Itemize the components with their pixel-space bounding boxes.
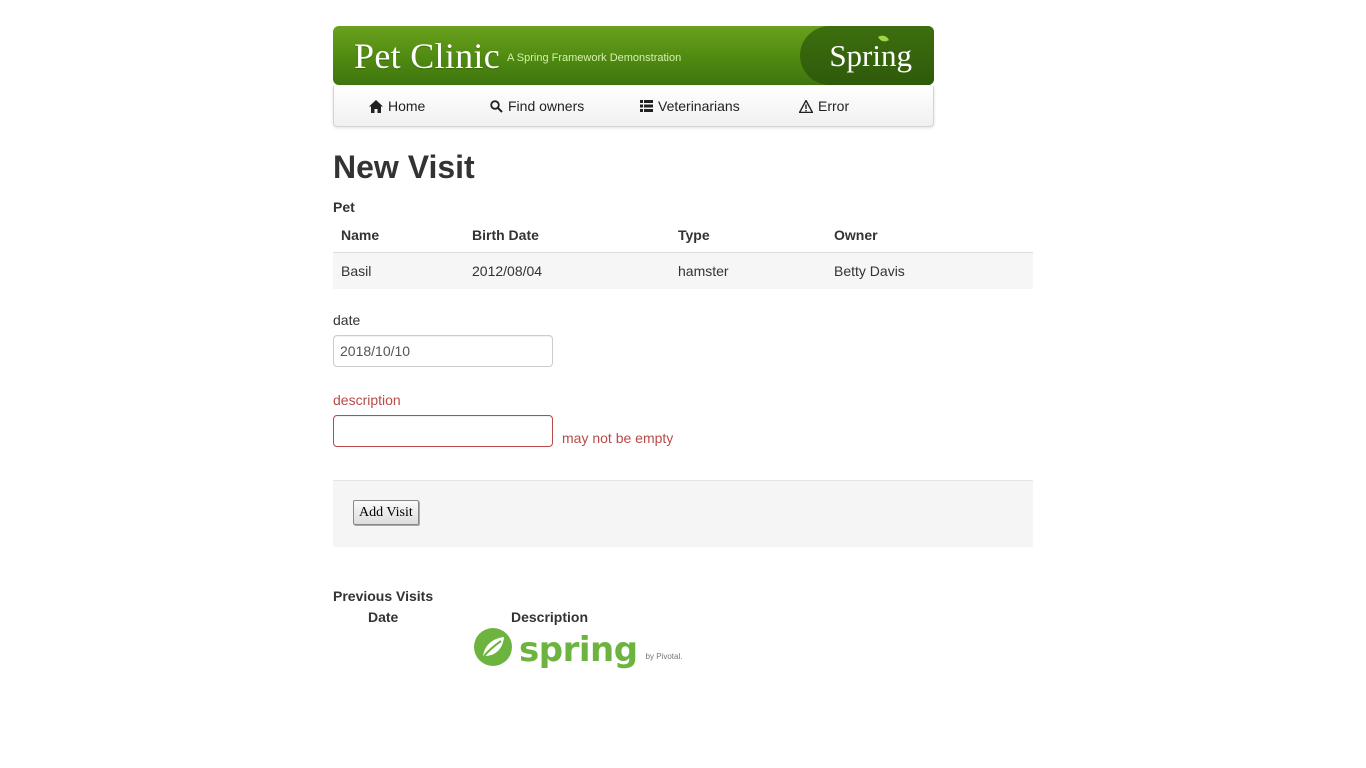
pet-section-label: Pet [333,199,355,215]
form-actions: Add Visit [333,480,1033,547]
description-error-message: may not be empty [562,430,674,446]
search-icon [490,99,503,113]
column-header: Owner [826,218,1033,253]
pet-name-cell: Basil [333,252,464,289]
footer-pivotal-text: by Pivotal. [645,652,683,661]
list-icon [640,100,653,112]
nav-home[interactable]: Home [369,98,425,114]
nav-error[interactable]: Error [799,98,849,114]
date-input[interactable] [333,335,553,367]
column-header: Name [333,218,464,253]
pet-table-header-row: Name Birth Date Type Owner [333,218,1033,253]
pet-table: Name Birth Date Type Owner Basil 2012/08… [333,218,1033,289]
navbar: Home Find owners Veterinarians Error [333,86,934,127]
page-title: New Visit [333,149,475,185]
column-header: Description [511,609,589,625]
app-title: Pet Clinic [354,36,500,76]
pet-birth-date-cell: 2012/08/04 [464,252,670,289]
spring-logo-text: Spring [829,38,912,73]
column-header: Type [670,218,826,253]
warning-icon [799,99,813,113]
pet-type-cell: hamster [670,252,826,289]
header-banner: Pet Clinic A Spring Framework Demonstrat… [333,26,934,85]
page-container: Pet Clinic A Spring Framework Demonstrat… [333,26,1033,667]
column-header: Birth Date [464,218,670,253]
description-input[interactable] [333,415,553,447]
previous-visits-title: Previous Visits [333,588,434,604]
nav-veterinarians[interactable]: Veterinarians [640,98,740,114]
column-header: Date [368,609,399,625]
nav-find-owners-label: Find owners [508,98,585,114]
home-icon [369,99,383,113]
table-row: Basil 2012/08/04 hamster Betty Davis [333,252,1033,289]
nav-veterinarians-label: Veterinarians [658,98,740,114]
pet-owner-cell: Betty Davis [826,252,1033,289]
spring-leaf-icon [474,628,512,666]
app-subtitle: A Spring Framework Demonstration [507,52,682,64]
nav-find-owners[interactable]: Find owners [490,98,584,114]
footer-spring-text: spring [519,630,638,670]
footer-spring-logo: spring by Pivotal. [473,627,682,667]
date-label: date [333,312,361,328]
add-visit-button[interactable]: Add Visit [353,500,419,525]
description-label: description [333,392,401,408]
nav-home-label: Home [388,98,426,114]
nav-error-label: Error [818,98,850,114]
